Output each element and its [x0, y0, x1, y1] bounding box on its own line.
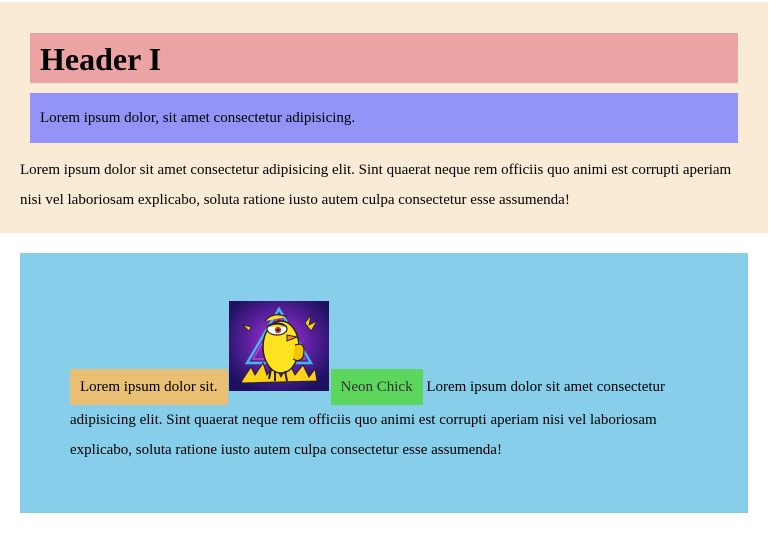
bottom-section: Lorem ipsum dolor sit. Neon Chick Lorem … — [20, 253, 748, 513]
orange-label-box: Lorem ipsum dolor sit. — [70, 369, 228, 405]
top-paragraph: Lorem ipsum dolor sit amet consectetur a… — [20, 162, 732, 208]
neon-chick-label-box: Neon Chick — [330, 369, 423, 405]
bottom-content: Lorem ipsum dolor sit. Neon Chick Lorem … — [70, 301, 710, 465]
header-box: Header I — [30, 33, 738, 83]
page-title: Header I — [40, 41, 162, 77]
subtitle-text: Lorem ipsum dolor, sit amet consectetur … — [40, 110, 356, 126]
top-section: Header I Lorem ipsum dolor, sit amet con… — [0, 2, 768, 233]
subtitle-box: Lorem ipsum dolor, sit amet consectetur … — [30, 93, 738, 143]
neon-chick-icon — [228, 301, 329, 391]
